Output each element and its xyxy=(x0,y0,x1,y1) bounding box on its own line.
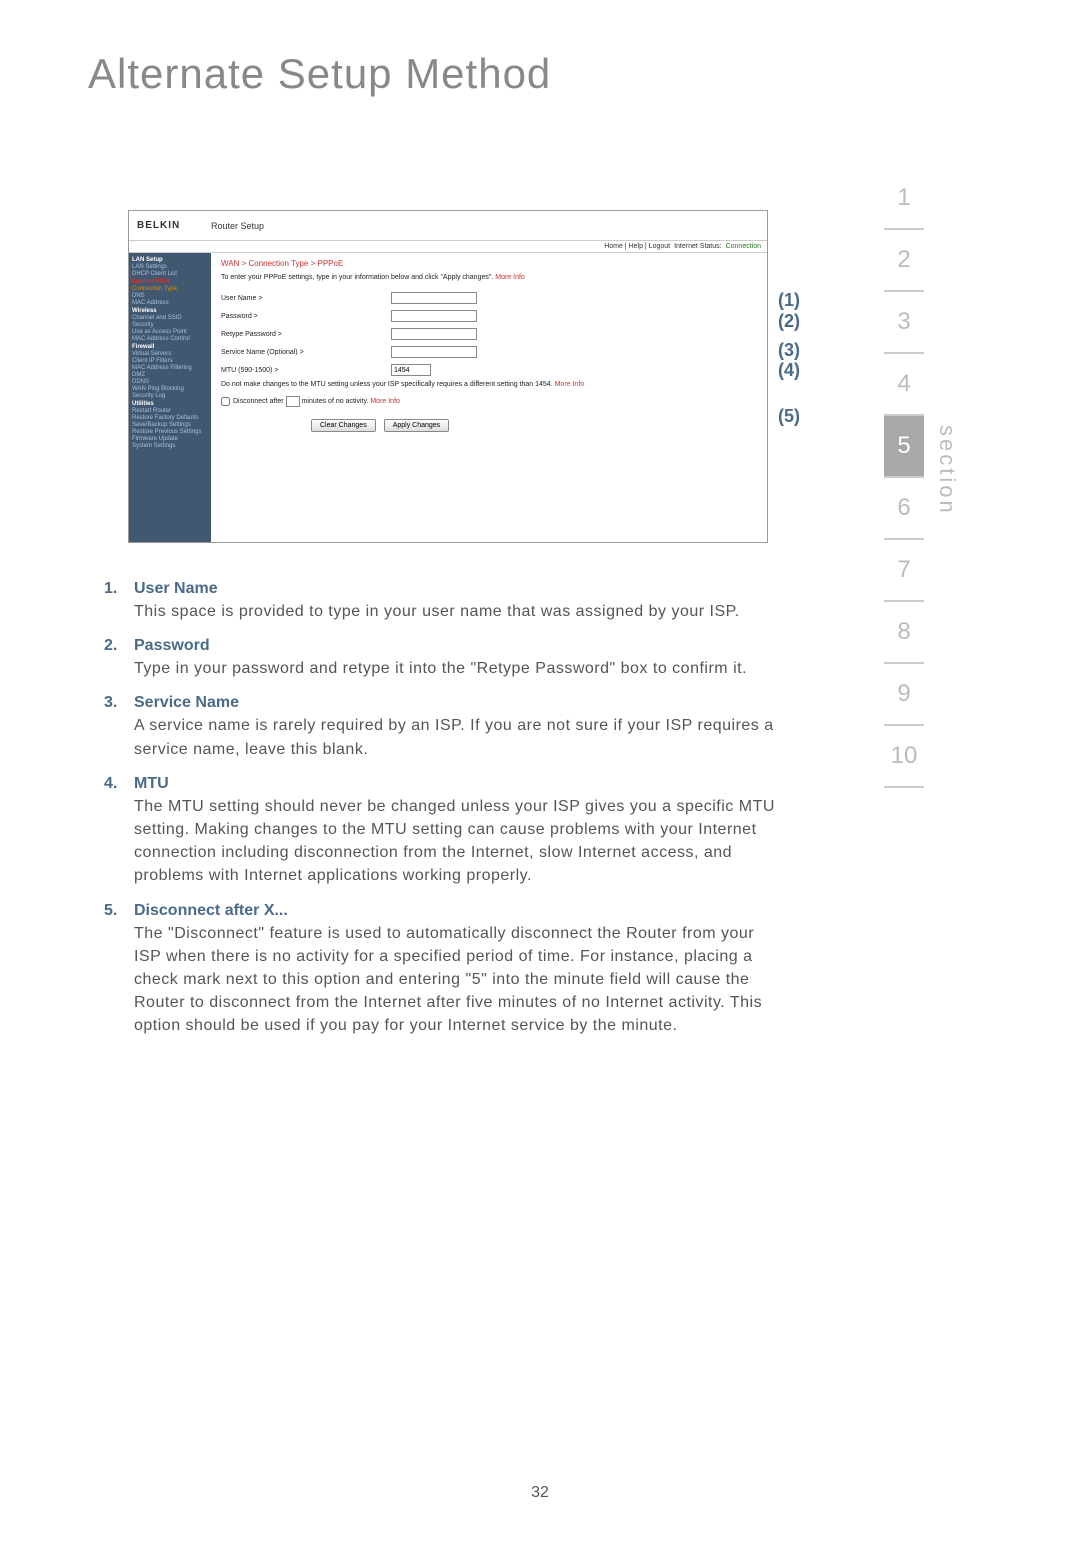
callout-2: (2) xyxy=(778,311,800,332)
disconnect-label-b: minutes of no activity. xyxy=(302,398,369,405)
section-tab-6[interactable]: 6 xyxy=(884,478,924,540)
mtu-more-info-link[interactable]: More Info xyxy=(555,381,585,388)
sidebar-item[interactable]: Utilities xyxy=(132,401,208,407)
retype-password-label: Retype Password > xyxy=(221,331,391,338)
section-vertical-label: section xyxy=(934,425,960,516)
list-item-text: The MTU setting should never be changed … xyxy=(134,795,784,888)
sidebar-item[interactable]: Use as Access Point xyxy=(132,329,208,335)
sidebar-item[interactable]: Security Log xyxy=(132,393,208,399)
page-title: Alternate Setup Method xyxy=(88,50,551,98)
sidebar-item[interactable]: WAN Ping Blocking xyxy=(132,386,208,392)
list-item-number: 5. xyxy=(104,902,134,1038)
disconnect-minutes-input[interactable] xyxy=(286,396,300,407)
list-item-number: 1. xyxy=(104,580,134,623)
list-item-text: A service name is rarely required by an … xyxy=(134,714,784,760)
section-tab-4[interactable]: 4 xyxy=(884,354,924,416)
list-item-text: The "Disconnect" feature is used to auto… xyxy=(134,922,784,1038)
breadcrumb: WAN > Connection Type > PPPoE xyxy=(221,259,757,268)
section-tab-8[interactable]: 8 xyxy=(884,602,924,664)
service-name-label: Service Name (Optional) > xyxy=(221,349,391,356)
list-item-number: 4. xyxy=(104,775,134,888)
sidebar-item[interactable]: Wireless xyxy=(132,308,208,314)
sidebar-item[interactable]: Firmware Update xyxy=(132,436,208,442)
list-item-title: Password xyxy=(134,637,784,655)
disconnect-label-a: Disconnect after xyxy=(233,398,284,405)
callout-1: (1) xyxy=(778,290,800,311)
apply-changes-button[interactable]: Apply Changes xyxy=(384,419,449,432)
list-item-text: Type in your password and retype it into… xyxy=(134,657,784,680)
list-item-number: 2. xyxy=(104,637,134,680)
retype-password-input[interactable] xyxy=(391,328,477,340)
list-item: 3.Service Name A service name is rarely r… xyxy=(104,694,784,760)
sidebar-item[interactable]: Restore Factory Defaults xyxy=(132,415,208,421)
disconnect-checkbox[interactable] xyxy=(221,397,230,406)
section-tab-2[interactable]: 2 xyxy=(884,230,924,292)
sidebar-item[interactable]: Virtual Servers xyxy=(132,351,208,357)
callout-4: (4) xyxy=(778,360,800,381)
router-setup-title: Router Setup xyxy=(211,221,767,231)
sidebar-item[interactable]: MAC Address Filtering xyxy=(132,365,208,371)
section-tab-1[interactable]: 1 xyxy=(884,168,924,230)
belkin-logo: BELKIN xyxy=(129,220,211,231)
list-item: 2.Password Type in your password and rety… xyxy=(104,637,784,680)
password-input[interactable] xyxy=(391,310,477,322)
section-tab-7[interactable]: 7 xyxy=(884,540,924,602)
section-tab-3[interactable]: 3 xyxy=(884,292,924,354)
sidebar-item[interactable]: Security xyxy=(132,322,208,328)
sidebar-item[interactable]: Restart Router xyxy=(132,408,208,414)
section-tab-5[interactable]: 5 xyxy=(884,416,924,478)
username-label: User Name > xyxy=(221,295,391,302)
callout-5: (5) xyxy=(778,406,800,427)
mtu-note: Do not make changes to the MTU setting u… xyxy=(221,381,757,388)
router-screenshot: BELKIN Router Setup Home | Help | Logout… xyxy=(128,210,768,543)
sidebar-item[interactable]: MAC Address Control xyxy=(132,336,208,342)
section-tab-10[interactable]: 10 xyxy=(884,726,924,788)
numbered-list: 1.User Name This space is provided to typ… xyxy=(104,580,784,1051)
list-item-title: MTU xyxy=(134,775,784,793)
sidebar-item[interactable]: Save/Backup Settings xyxy=(132,422,208,428)
mtu-label: MTU (590-1500) > xyxy=(221,367,391,374)
router-sidebar: LAN SetupLAN SettingsDHCP Client List Int… xyxy=(129,253,211,542)
sidebar-item[interactable]: System Settings xyxy=(132,443,208,449)
sidebar-item[interactable]: Internet WAN xyxy=(132,279,208,285)
callout-3: (3) xyxy=(778,340,800,361)
list-item-number: 3. xyxy=(104,694,134,760)
status-row: Home | Help | Logout Internet Status: Co… xyxy=(129,241,767,253)
page-number: 32 xyxy=(531,1484,549,1502)
section-tab-9[interactable]: 9 xyxy=(884,664,924,726)
sidebar-item[interactable]: Channel and SSID xyxy=(132,315,208,321)
more-info-link[interactable]: More Info xyxy=(495,274,525,281)
sidebar-item[interactable]: LAN Settings xyxy=(132,264,208,270)
mtu-input[interactable] xyxy=(391,364,431,376)
internet-status-value: Connection xyxy=(726,243,761,250)
sidebar-item[interactable]: LAN Setup xyxy=(132,257,208,263)
list-item-title: User Name xyxy=(134,580,784,598)
disconnect-more-info-link[interactable]: More Info xyxy=(370,398,400,405)
sidebar-item[interactable]: Restore Previous Settings xyxy=(132,429,208,435)
password-label: Password > xyxy=(221,313,391,320)
clear-changes-button[interactable]: Clear Changes xyxy=(311,419,376,432)
list-item-title: Service Name xyxy=(134,694,784,712)
sidebar-item[interactable]: Firewall xyxy=(132,344,208,350)
service-name-input[interactable] xyxy=(391,346,477,358)
username-input[interactable] xyxy=(391,292,477,304)
router-main: WAN > Connection Type > PPPoE To enter y… xyxy=(211,253,767,542)
pppoe-instruction: To enter your PPPoE settings, type in yo… xyxy=(221,274,757,281)
header-links[interactable]: Home | Help | Logout xyxy=(604,243,670,250)
sidebar-item[interactable]: MAC Address xyxy=(132,300,208,306)
list-item-title: Disconnect after X... xyxy=(134,902,784,920)
internet-status-label: Internet Status: xyxy=(674,243,721,250)
sidebar-item[interactable]: Connection Type xyxy=(132,286,208,292)
sidebar-item[interactable]: DMZ xyxy=(132,372,208,378)
list-item: 4.MTU The MTU setting should never be cha… xyxy=(104,775,784,888)
sidebar-item[interactable]: DNS xyxy=(132,293,208,299)
list-item-text: This space is provided to type in your u… xyxy=(134,600,784,623)
list-item: 1.User Name This space is provided to typ… xyxy=(104,580,784,623)
sidebar-item[interactable]: DHCP Client List xyxy=(132,271,208,277)
list-item: 5.Disconnect after X... The "Disconnect" … xyxy=(104,902,784,1038)
sidebar-item[interactable]: DDNS xyxy=(132,379,208,385)
sidebar-item[interactable]: Client IP Filters xyxy=(132,358,208,364)
section-tabs: 12345678910 xyxy=(884,168,924,788)
